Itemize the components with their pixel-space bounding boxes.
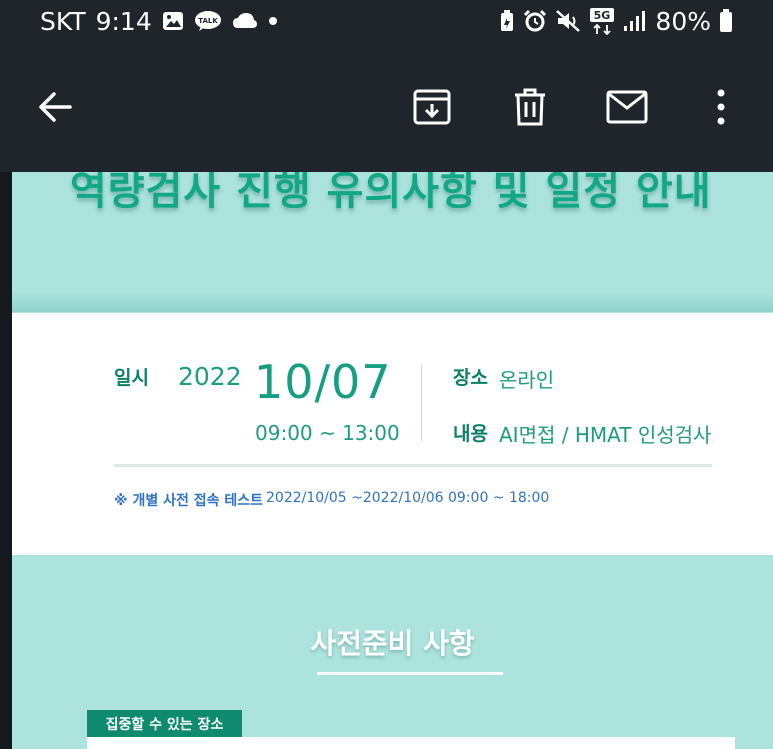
carrier-label: SKT — [40, 6, 86, 36]
pretest-value: 2022/10/05 ~2022/10/06 09:00 ~ 18:00 — [266, 490, 550, 506]
place-label: 장소 — [453, 367, 488, 389]
battery-icon — [719, 9, 733, 33]
section-title: 사전준비 사항 — [310, 627, 475, 660]
section-box — [87, 737, 735, 749]
mark-unread-button[interactable] — [602, 82, 652, 132]
network-type-label: 5G — [594, 9, 611, 22]
content-label: 내용 — [453, 423, 488, 445]
cloud-icon — [232, 12, 258, 30]
schedule-card: 일시 2022 10/07 09:00 ~ 13:00 장소 온라인 내용 AI… — [12, 313, 773, 555]
time-value: 09:00 ~ 13:00 — [255, 421, 400, 445]
message-body[interactable]: 역량검사 진행 유의사항 및 일정 안내 일시 2022 10/07 09:00… — [0, 172, 773, 749]
more-vert-icon — [717, 89, 725, 125]
section-tag: 집중할 수 있는 장소 — [87, 710, 242, 737]
delete-button[interactable] — [505, 82, 555, 132]
clock: 9:14 — [95, 6, 152, 36]
gallery-icon — [162, 11, 184, 31]
archive-icon — [413, 89, 451, 125]
dot-icon — [268, 16, 278, 26]
kakaotalk-icon: TALK — [194, 10, 222, 32]
date-label: 일시 — [114, 367, 149, 389]
status-left: SKT 9:14 TALK — [40, 5, 278, 37]
archive-button[interactable] — [407, 82, 457, 132]
kakao-icon-text: TALK — [198, 17, 218, 25]
content-value: AI면접 / HMAT 인성검사 — [499, 423, 712, 447]
app-bar — [0, 42, 773, 172]
battery-saver-icon — [499, 9, 515, 33]
battery-percent: 80% — [655, 6, 711, 36]
5g-icon: 5G — [589, 7, 615, 35]
date-year: 2022 — [178, 362, 242, 391]
email-html-body: 역량검사 진행 유의사항 및 일정 안내 일시 2022 10/07 09:00… — [12, 172, 773, 749]
hero-divider — [12, 292, 773, 312]
mute-icon — [555, 9, 581, 33]
delete-icon — [515, 88, 545, 126]
place-value: 온라인 — [499, 368, 555, 392]
content-edge — [0, 172, 12, 749]
back-button[interactable] — [30, 82, 80, 132]
arrow-back-icon — [39, 92, 72, 122]
status-right: 5G 80% — [499, 5, 733, 37]
status-bar: SKT 9:14 TALK 5G 80% — [0, 0, 773, 42]
alarm-icon — [523, 9, 547, 33]
hero-title: 역량검사 진행 유의사항 및 일정 안내 — [70, 172, 712, 214]
date-value: 10/07 — [254, 355, 392, 409]
info-divider — [421, 365, 422, 441]
more-options-button[interactable] — [696, 82, 746, 132]
section-underline — [317, 672, 503, 675]
card-divider — [114, 464, 712, 467]
mark-unread-icon — [606, 90, 648, 124]
pretest-label: ※ 개별 사전 접속 테스트 — [114, 493, 264, 509]
signal-icon — [623, 10, 647, 32]
